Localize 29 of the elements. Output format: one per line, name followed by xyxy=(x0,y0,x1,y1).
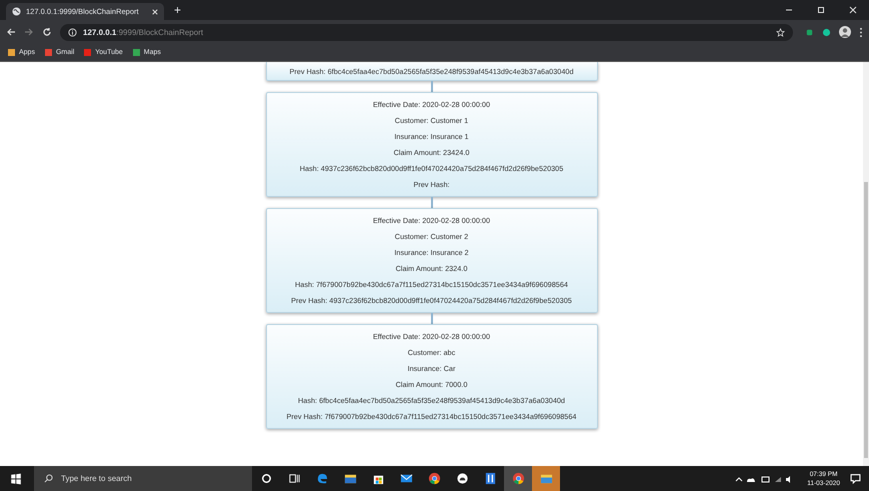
round-logo-icon xyxy=(512,472,524,485)
circle-icon xyxy=(260,472,272,485)
avatar-icon[interactable] xyxy=(839,26,851,38)
notification-icon[interactable] xyxy=(850,473,861,484)
mail-icon xyxy=(400,472,412,485)
windows-icon[interactable] xyxy=(10,472,22,484)
new-tab-button[interactable]: + xyxy=(174,4,182,16)
info-icon xyxy=(68,28,77,36)
address-bar[interactable]: 127.0.0.1:9999/BlockChainReport xyxy=(60,24,793,40)
app-icon xyxy=(456,472,468,485)
url-text: 127.0.0.1:9999/BlockChainReport xyxy=(83,28,204,36)
folder-icon xyxy=(344,472,356,485)
reload-icon[interactable] xyxy=(42,27,52,37)
restore-icon[interactable] xyxy=(816,5,826,15)
task-view-icon xyxy=(288,472,300,485)
folder-icon xyxy=(540,472,552,485)
menu-icon[interactable] xyxy=(859,26,863,38)
star-icon[interactable] xyxy=(776,28,785,36)
back-icon[interactable] xyxy=(6,27,16,37)
globe-icon xyxy=(12,7,21,16)
close-icon[interactable] xyxy=(848,5,858,15)
tile-icon xyxy=(484,472,496,485)
forward-icon[interactable] xyxy=(24,27,34,37)
round-logo-icon xyxy=(428,472,440,485)
scrollbar-thumb[interactable] xyxy=(864,182,868,458)
close-icon[interactable] xyxy=(152,8,158,14)
search-field[interactable]: Type here to search xyxy=(34,466,252,491)
search-icon xyxy=(44,474,53,483)
browser-icon xyxy=(316,472,328,485)
